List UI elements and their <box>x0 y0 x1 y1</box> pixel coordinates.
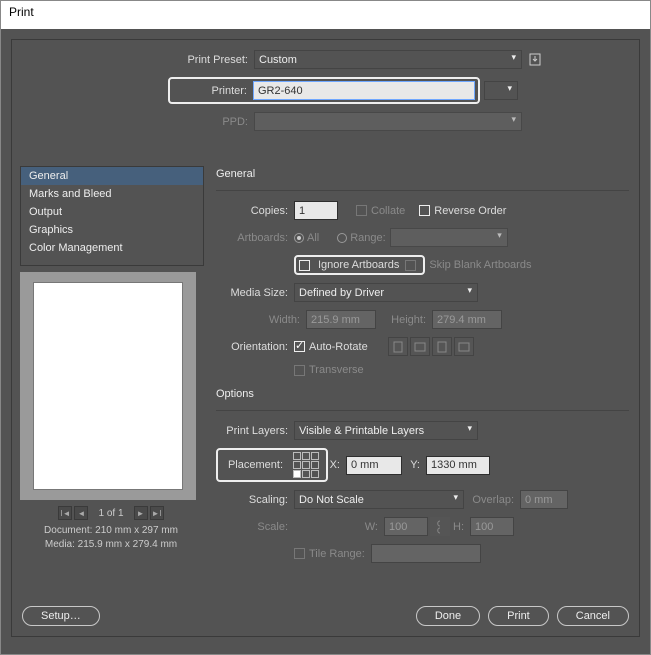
orient-portrait-icon[interactable] <box>388 337 408 356</box>
transverse-label: Transverse <box>309 364 364 376</box>
height-input <box>432 310 502 329</box>
print-dialog: Print Print Preset: Custom <box>0 0 651 655</box>
artboards-range-radio <box>337 233 347 243</box>
autorotate-checkbox[interactable] <box>294 341 305 352</box>
overlap-input <box>520 490 568 509</box>
ppd-select <box>254 112 522 131</box>
pager: I◄ ◄ 1 of 1 ► ►I <box>20 506 202 520</box>
orient-portrait-rev-icon[interactable] <box>432 337 452 356</box>
sidebar-item-output[interactable]: Output <box>21 203 203 221</box>
copies-input[interactable] <box>294 201 338 220</box>
document-size-text: Document: 210 mm x 297 mm <box>12 524 210 538</box>
copies-label: Copies: <box>216 205 294 217</box>
scaling-label: Scaling: <box>216 494 294 506</box>
setup-button[interactable]: Setup… <box>22 606 100 626</box>
artboards-range-label: Range: <box>350 232 385 244</box>
placement-label: Placement: <box>221 459 289 471</box>
print-preset-select[interactable]: Custom <box>254 50 522 69</box>
ppd-label: PPD: <box>174 116 254 128</box>
sidebar-item-general[interactable]: General <box>21 167 203 185</box>
height-label: Height: <box>376 314 432 326</box>
tilerange-label: Tile Range: <box>309 548 365 560</box>
placement-y-input[interactable] <box>426 456 490 475</box>
placement-highlight: Placement: <box>216 448 328 482</box>
ignore-artboards-checkbox[interactable] <box>299 260 310 271</box>
mediasize-label: Media Size: <box>216 287 294 299</box>
placement-x-input[interactable] <box>346 456 402 475</box>
printer-highlight: Printer: <box>168 77 480 104</box>
overlap-label: Overlap: <box>464 494 520 506</box>
sidebar-item-color[interactable]: Color Management <box>21 239 203 257</box>
orient-landscape-icon[interactable] <box>410 337 430 356</box>
sidebar-item-more[interactable] <box>21 257 203 265</box>
ignore-artboards-label: Ignore Artboards <box>314 259 403 271</box>
done-button[interactable]: Done <box>416 606 480 626</box>
reverse-order-checkbox[interactable] <box>419 205 430 216</box>
placement-grid-icon[interactable] <box>293 452 319 478</box>
placement-x-label: X: <box>328 459 346 471</box>
media-size-select[interactable]: Defined by Driver <box>294 283 478 302</box>
placement-y-label: Y: <box>402 459 426 471</box>
print-button[interactable]: Print <box>488 606 549 626</box>
printlayers-label: Print Layers: <box>216 425 294 437</box>
printer-label: Printer: <box>173 85 253 97</box>
pager-first-icon[interactable]: I◄ <box>58 506 72 520</box>
scale-w-input <box>384 517 428 536</box>
artboards-label: Artboards: <box>216 232 294 244</box>
pager-prev-icon[interactable]: ◄ <box>74 506 88 520</box>
transverse-checkbox <box>294 365 305 376</box>
preview-page <box>33 282 183 490</box>
orient-landscape-rev-icon[interactable] <box>454 337 474 356</box>
autorotate-label: Auto-Rotate <box>309 341 368 353</box>
scale-label: Scale: <box>216 521 294 533</box>
reverse-order-label: Reverse Order <box>434 205 506 217</box>
media-size-text: Media: 215.9 mm x 279.4 mm <box>12 538 210 552</box>
save-preset-icon[interactable] <box>528 53 544 67</box>
sidebar-item-marks[interactable]: Marks and Bleed <box>21 185 203 203</box>
scale-h-label: H: <box>450 521 470 533</box>
titlebar: Print <box>1 1 650 29</box>
pager-last-icon[interactable]: ►I <box>150 506 164 520</box>
collate-checkbox <box>356 205 367 216</box>
orientation-label: Orientation: <box>216 341 294 353</box>
artboards-all-label: All <box>307 232 319 244</box>
cancel-button[interactable]: Cancel <box>557 606 629 626</box>
width-label: Width: <box>256 314 306 326</box>
ignore-artboards-highlight: Ignore Artboards <box>294 255 425 275</box>
printer-select[interactable] <box>253 81 475 100</box>
pager-next-icon[interactable]: ► <box>134 506 148 520</box>
range-select <box>390 228 508 247</box>
scale-w-label: W: <box>364 521 384 533</box>
tilerange-input <box>371 544 481 563</box>
options-heading: Options <box>216 388 629 400</box>
pager-status: 1 of 1 <box>90 508 131 519</box>
scale-h-input <box>470 517 514 536</box>
scaling-select[interactable]: Do Not Scale <box>294 490 464 509</box>
printer-dropdown-arrow[interactable] <box>484 81 518 100</box>
artboards-all-radio <box>294 233 304 243</box>
skip-blank-checkbox-inbox <box>405 260 416 271</box>
print-layers-select[interactable]: Visible & Printable Layers <box>294 421 478 440</box>
window-title: Print <box>9 5 34 19</box>
preset-label: Print Preset: <box>174 54 254 66</box>
link-icon <box>430 517 450 536</box>
sidebar-item-graphics[interactable]: Graphics <box>21 221 203 239</box>
tilerange-checkbox <box>294 548 305 559</box>
preview-thumbnail <box>20 272 196 500</box>
width-input <box>306 310 376 329</box>
general-heading: General <box>216 168 629 180</box>
collate-label: Collate <box>371 205 405 217</box>
category-list[interactable]: General Marks and Bleed Output Graphics … <box>20 166 204 266</box>
skip-blank-label: Skip Blank Artboards <box>429 259 531 271</box>
